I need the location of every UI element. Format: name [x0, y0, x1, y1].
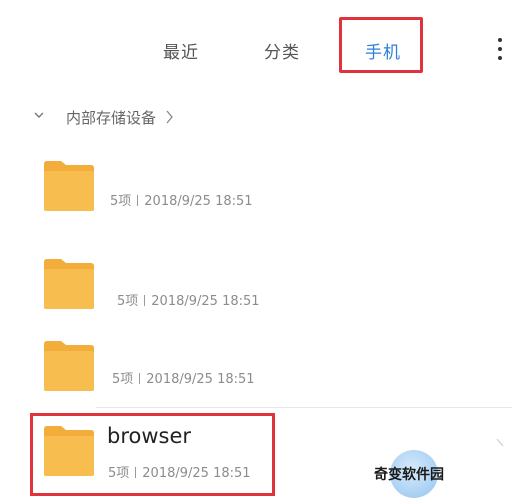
breadcrumb[interactable]: 内部存储设备	[34, 105, 174, 129]
list-divider	[96, 407, 512, 408]
list-item[interactable]: 5项 2018/9/25 18:51	[0, 160, 512, 220]
item-count: 5项	[117, 294, 139, 309]
list-item[interactable]: 5项 2018/9/25 18:51	[0, 340, 512, 400]
tab-highlight-box	[339, 17, 423, 73]
watermark-text: 奇变软件园	[374, 467, 444, 483]
folder-icon	[44, 259, 94, 309]
item-date: 2018/9/25 18:51	[146, 372, 255, 387]
more-vertical-icon[interactable]	[492, 38, 508, 64]
item-meta: 5项 2018/9/25 18:51	[117, 290, 260, 309]
item-meta: 5项 2018/9/25 18:51	[110, 190, 253, 209]
item-meta: 5项 2018/9/25 18:51	[112, 368, 255, 387]
item-date: 2018/9/25 18:51	[151, 294, 260, 309]
folder-icon	[44, 161, 94, 211]
item-count: 5项	[110, 194, 132, 209]
chevron-down-icon	[34, 112, 44, 118]
list-item[interactable]: 5项 2018/9/25 18:51	[0, 258, 512, 318]
item-highlight-box	[30, 413, 275, 496]
chevron-right-icon	[166, 110, 173, 124]
tab-bar: 最近 分类 手机	[0, 0, 512, 90]
breadcrumb-label: 内部存储设备	[66, 108, 157, 127]
tab-recent[interactable]: 最近	[163, 38, 199, 63]
folder-icon	[44, 341, 94, 391]
item-date: 2018/9/25 18:51	[144, 194, 253, 209]
tab-category[interactable]: 分类	[264, 38, 300, 63]
item-count: 5项	[112, 372, 134, 387]
watermark: 奇变软件园	[360, 442, 510, 498]
